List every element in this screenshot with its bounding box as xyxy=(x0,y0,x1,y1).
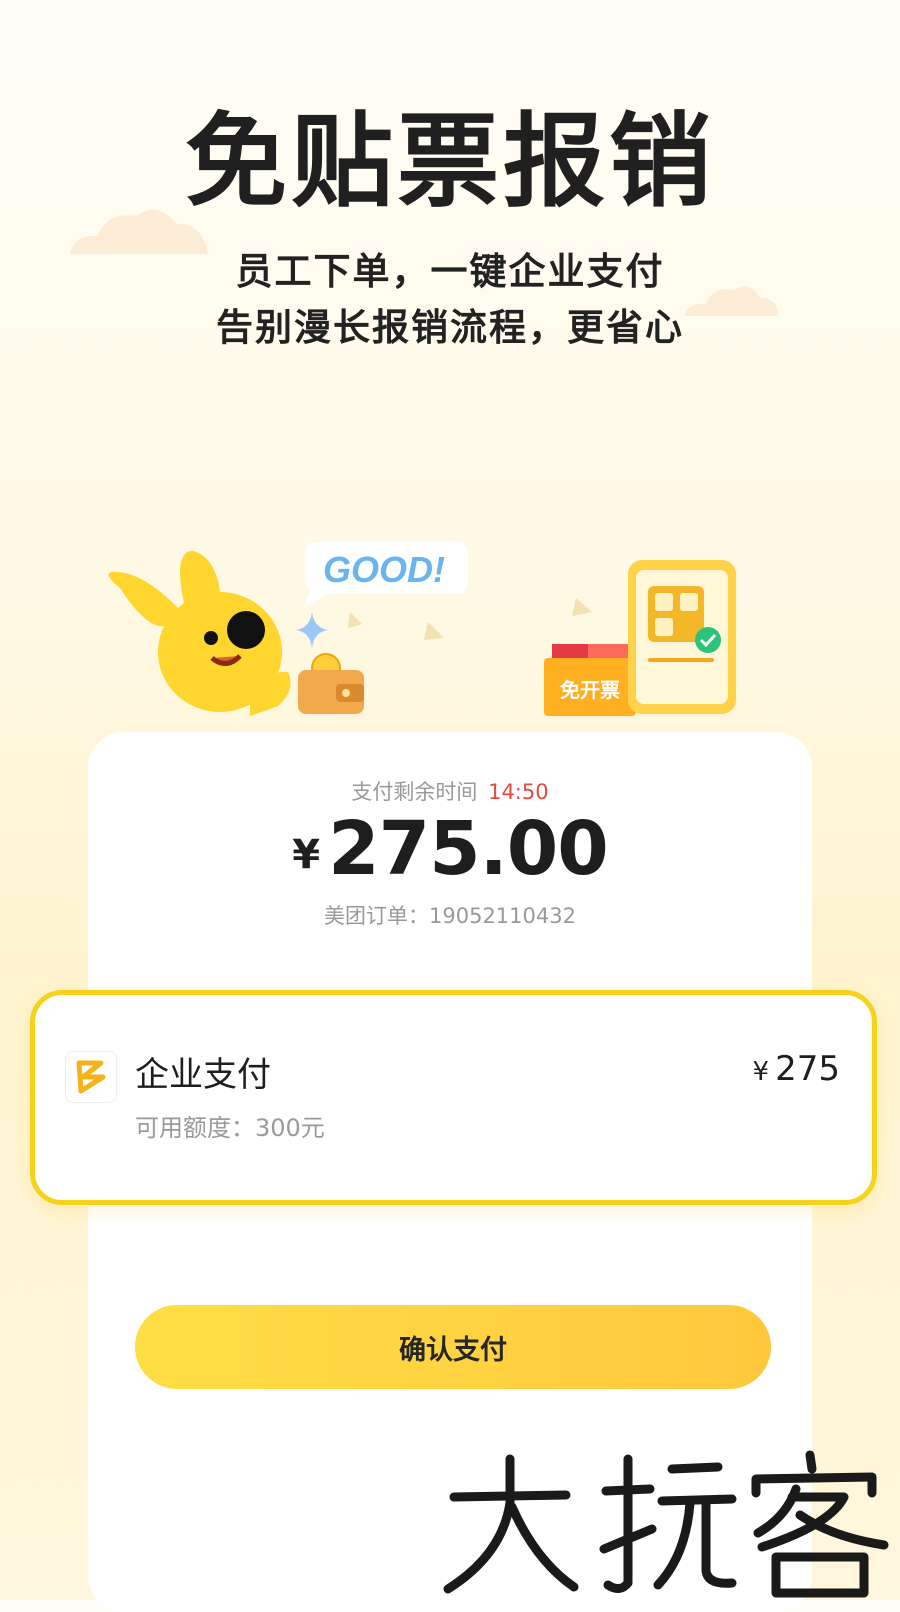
watermark-logo xyxy=(443,1450,889,1598)
available-quota: 可用额度：300元 xyxy=(135,1114,325,1142)
payment-timer: 支付剩余时间 14:50 xyxy=(0,776,900,806)
good-bubble-text: GOOD! xyxy=(323,549,445,590)
hero-subtitle-line2: 告别漫长报销流程，更省心 xyxy=(216,306,684,349)
timer-label: 支付剩余时间 xyxy=(351,780,478,804)
free-invoice-badge: 免开票 xyxy=(560,678,620,702)
pay-option-amount: ¥275 xyxy=(753,1049,840,1089)
hero-subtitle-line1: 员工下单，一键企业支付 xyxy=(235,250,665,293)
pay-option-amount-value: 275 xyxy=(775,1049,840,1089)
wallet-icon xyxy=(298,653,364,714)
total-amount: ¥275.00 xyxy=(0,812,900,886)
mascot-icon xyxy=(108,550,291,716)
pay-option-label: 企业支付 xyxy=(135,1055,271,1095)
timer-value: 14:50 xyxy=(488,780,549,804)
check-icon xyxy=(695,627,721,653)
amount-value: 275.00 xyxy=(328,806,609,892)
sparkle-icon xyxy=(296,612,328,648)
currency-symbol: ¥ xyxy=(292,832,321,878)
hero-illustration: GOOD! 免开票 xyxy=(108,542,736,716)
enterprise-pay-option[interactable]: 企业支付 ¥275 可用额度：300元 xyxy=(30,990,877,1205)
pay-option-currency: ¥ xyxy=(752,1057,770,1087)
confirm-pay-button[interactable]: 确认支付 xyxy=(135,1305,771,1389)
hero-title: 免贴票报销 xyxy=(185,103,715,222)
order-number: 美团订单：19052110432 xyxy=(324,904,576,928)
enterprise-pay-logo-icon xyxy=(65,1051,117,1103)
gift-box-icon: 免开票 xyxy=(544,644,636,716)
